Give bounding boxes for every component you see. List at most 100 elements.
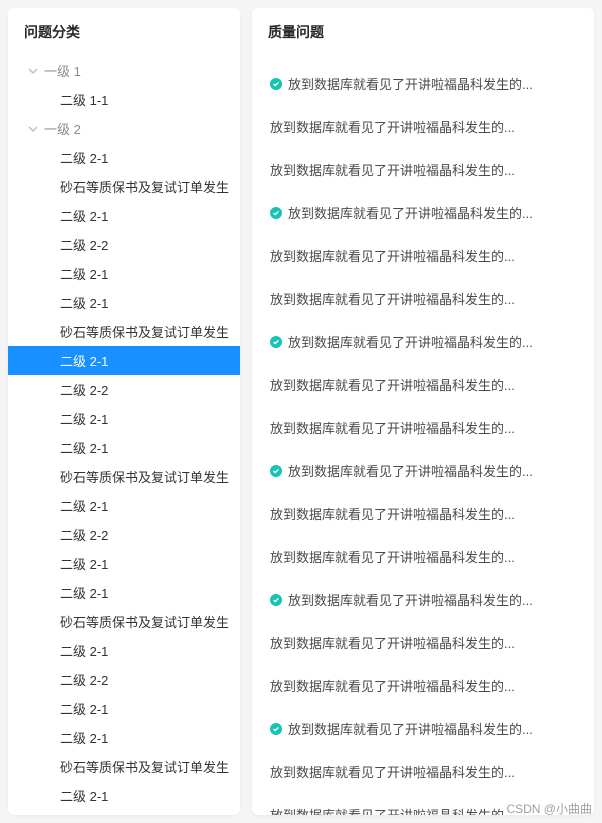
tree-node-label: 二级 2-1 <box>60 583 108 602</box>
tree-node-label: 二级 2-1 <box>60 641 108 660</box>
issue-panel-title: 质量问题 <box>252 8 594 56</box>
list-item-text: 放到数据库就看见了开讲啦福晶科发生的... <box>270 289 515 308</box>
tree-node-label: 二级 2-1 <box>60 206 108 225</box>
tree-node[interactable]: 二级 2-1 <box>8 549 240 578</box>
list-item[interactable]: 放到数据库就看见了开讲啦福晶科发生的... <box>252 664 594 707</box>
tree-node[interactable]: 二级 2-1 <box>8 288 240 317</box>
list-item[interactable]: 放到数据库就看见了开讲啦福晶科发生的... <box>252 621 594 664</box>
tree-node-label: 二级 1-1 <box>60 90 108 109</box>
check-circle-icon <box>270 465 282 477</box>
tree-node[interactable]: 二级 2-1 <box>8 578 240 607</box>
list-item-text: 放到数据库就看见了开讲啦福晶科发生的... <box>270 676 515 695</box>
list-item[interactable]: 放到数据库就看见了开讲啦福晶科发生的... <box>252 578 594 621</box>
tree-node[interactable]: 二级 2-1 <box>8 723 240 752</box>
category-panel-title: 问题分类 <box>8 8 240 56</box>
list-item[interactable]: 放到数据库就看见了开讲啦福晶科发生的... <box>252 492 594 535</box>
list-item-text: 放到数据库就看见了开讲啦福晶科发生的... <box>270 547 515 566</box>
issue-list[interactable]: 放到数据库就看见了开讲啦福晶科发生的... 放到数据库就看见了开讲啦福晶科发生的.… <box>252 56 594 815</box>
list-item[interactable]: 放到数据库就看见了开讲啦福晶科发生的... <box>252 535 594 578</box>
tree-node-label: 一级 2 <box>44 119 81 138</box>
caret-down-icon[interactable] <box>24 62 42 80</box>
tree-node-label: 二级 2-1 <box>60 699 108 718</box>
tree-node-label: 二级 2-2 <box>60 670 108 689</box>
tree-node-label: 二级 2-1 <box>60 293 108 312</box>
tree-node-label: 二级 2-1 <box>60 264 108 283</box>
tree-node[interactable]: 二级 1-1 <box>8 85 240 114</box>
tree-node[interactable]: 二级 2-2 <box>8 810 240 815</box>
tree-node-label: 砂石等质保书及复试订单发生 <box>60 177 229 196</box>
tree-node[interactable]: 一级 2 <box>8 114 240 143</box>
tree-node[interactable]: 二级 2-2 <box>8 375 240 404</box>
list-item[interactable]: 放到数据库就看见了开讲啦福晶科发生的... <box>252 406 594 449</box>
tree-node-label: 二级 2-2 <box>60 525 108 544</box>
list-item-text: 放到数据库就看见了开讲啦福晶科发生的... <box>270 160 515 179</box>
caret-down-icon[interactable] <box>24 120 42 138</box>
tree-node-label: 二级 2-1 <box>60 554 108 573</box>
tree-node[interactable]: 二级 2-1 <box>8 346 240 375</box>
tree-node-label: 砂石等质保书及复试订单发生 <box>60 612 229 631</box>
tree-node[interactable]: 砂石等质保书及复试订单发生 <box>8 462 240 491</box>
check-circle-icon <box>270 723 282 735</box>
tree-node[interactable]: 二级 2-2 <box>8 230 240 259</box>
tree-node-label: 二级 2-1 <box>60 786 108 805</box>
tree-node[interactable]: 二级 2-1 <box>8 404 240 433</box>
tree-node[interactable]: 二级 2-2 <box>8 520 240 549</box>
category-tree[interactable]: 一级 1二级 1-1一级 2二级 2-1砂石等质保书及复试订单发生二级 2-1二… <box>8 56 240 815</box>
tree-node[interactable]: 砂石等质保书及复试订单发生 <box>8 607 240 636</box>
check-circle-icon <box>270 207 282 219</box>
list-item[interactable]: 放到数据库就看见了开讲啦福晶科发生的... <box>252 449 594 492</box>
list-item[interactable]: 放到数据库就看见了开讲啦福晶科发生的... <box>252 148 594 191</box>
tree-node-label: 二级 2-1 <box>60 728 108 747</box>
tree-node-label: 砂石等质保书及复试订单发生 <box>60 467 229 486</box>
tree-node[interactable]: 二级 2-2 <box>8 665 240 694</box>
list-item-text: 放到数据库就看见了开讲啦福晶科发生的... <box>288 590 533 609</box>
list-item-text: 放到数据库就看见了开讲啦福晶科发生的... <box>288 332 533 351</box>
tree-node[interactable]: 砂石等质保书及复试订单发生 <box>8 317 240 346</box>
list-item[interactable]: 放到数据库就看见了开讲啦福晶科发生的... <box>252 363 594 406</box>
list-item-text: 放到数据库就看见了开讲啦福晶科发生的... <box>270 805 515 815</box>
tree-node-label: 一级 1 <box>44 61 81 80</box>
check-circle-icon <box>270 336 282 348</box>
list-item-text: 放到数据库就看见了开讲啦福晶科发生的... <box>288 719 533 738</box>
list-item-text: 放到数据库就看见了开讲啦福晶科发生的... <box>288 203 533 222</box>
list-item[interactable]: 放到数据库就看见了开讲啦福晶科发生的... <box>252 191 594 234</box>
list-item-text: 放到数据库就看见了开讲啦福晶科发生的... <box>270 375 515 394</box>
list-item[interactable]: 放到数据库就看见了开讲啦福晶科发生的... <box>252 234 594 277</box>
list-item-text: 放到数据库就看见了开讲啦福晶科发生的... <box>270 117 515 136</box>
tree-node-label: 二级 2-2 <box>60 380 108 399</box>
list-item-text: 放到数据库就看见了开讲啦福晶科发生的... <box>288 74 533 93</box>
tree-node[interactable]: 砂石等质保书及复试订单发生 <box>8 752 240 781</box>
list-item[interactable]: 放到数据库就看见了开讲啦福晶科发生的... <box>252 62 594 105</box>
tree-node[interactable]: 二级 2-1 <box>8 694 240 723</box>
check-circle-icon <box>270 78 282 90</box>
list-item-text: 放到数据库就看见了开讲啦福晶科发生的... <box>270 762 515 781</box>
list-item[interactable]: 放到数据库就看见了开讲啦福晶科发生的... <box>252 320 594 363</box>
list-item-text: 放到数据库就看见了开讲啦福晶科发生的... <box>270 504 515 523</box>
tree-node[interactable]: 二级 2-1 <box>8 433 240 462</box>
tree-node[interactable]: 二级 2-1 <box>8 259 240 288</box>
tree-node[interactable]: 二级 2-1 <box>8 781 240 810</box>
tree-node-label: 二级 2-1 <box>60 351 108 370</box>
tree-node[interactable]: 二级 2-1 <box>8 201 240 230</box>
check-circle-icon <box>270 594 282 606</box>
list-item[interactable]: 放到数据库就看见了开讲啦福晶科发生的... <box>252 793 594 815</box>
tree-node-label: 二级 2-1 <box>60 409 108 428</box>
tree-node[interactable]: 二级 2-1 <box>8 143 240 172</box>
tree-node[interactable]: 二级 2-1 <box>8 491 240 520</box>
tree-node-label: 二级 2-1 <box>60 496 108 515</box>
list-item[interactable]: 放到数据库就看见了开讲啦福晶科发生的... <box>252 277 594 320</box>
tree-node-label: 二级 2-1 <box>60 438 108 457</box>
list-item-text: 放到数据库就看见了开讲啦福晶科发生的... <box>270 633 515 652</box>
tree-node[interactable]: 一级 1 <box>8 56 240 85</box>
category-panel: 问题分类 一级 1二级 1-1一级 2二级 2-1砂石等质保书及复试订单发生二级… <box>8 8 240 815</box>
tree-node[interactable]: 二级 2-1 <box>8 636 240 665</box>
tree-node[interactable]: 砂石等质保书及复试订单发生 <box>8 172 240 201</box>
list-item[interactable]: 放到数据库就看见了开讲啦福晶科发生的... <box>252 105 594 148</box>
tree-node-label: 二级 2-2 <box>60 235 108 254</box>
list-item-text: 放到数据库就看见了开讲啦福晶科发生的... <box>288 461 533 480</box>
list-item[interactable]: 放到数据库就看见了开讲啦福晶科发生的... <box>252 750 594 793</box>
tree-node-label: 砂石等质保书及复试订单发生 <box>60 322 229 341</box>
list-item-text: 放到数据库就看见了开讲啦福晶科发生的... <box>270 246 515 265</box>
tree-node-label: 二级 2-1 <box>60 148 108 167</box>
list-item[interactable]: 放到数据库就看见了开讲啦福晶科发生的... <box>252 707 594 750</box>
